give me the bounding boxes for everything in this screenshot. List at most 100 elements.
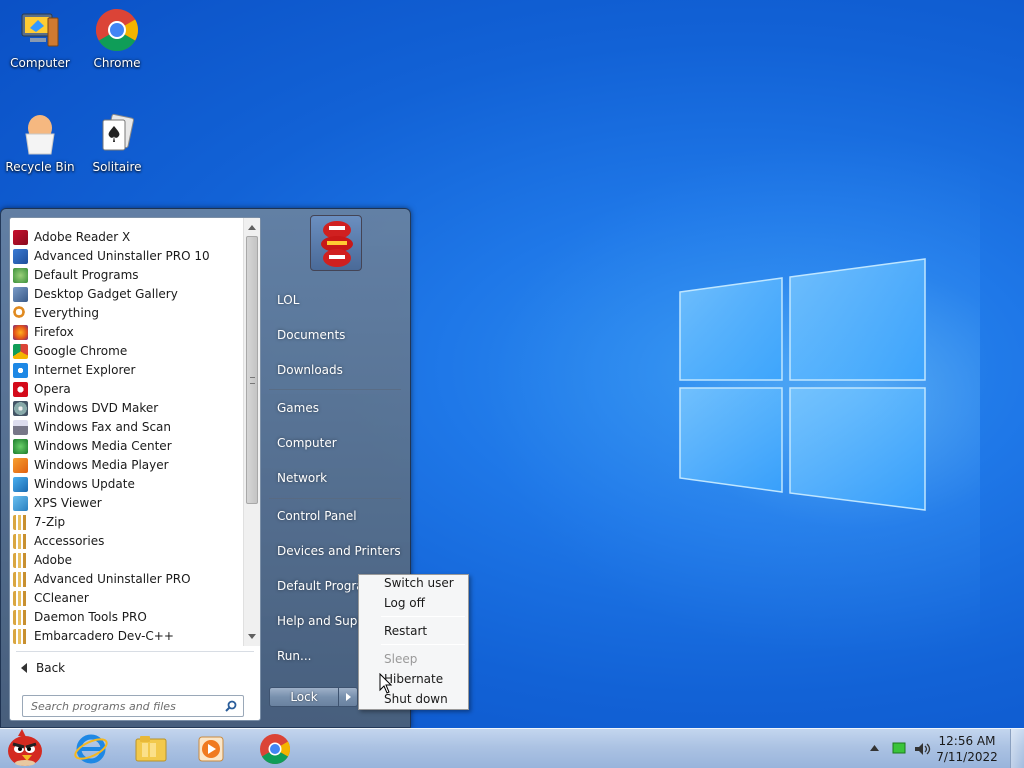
program-list-item[interactable]: Internet Explorer — [10, 361, 244, 380]
power-options-arrow-button[interactable] — [338, 687, 358, 707]
program-label: Windows Update — [34, 477, 135, 491]
program-list-item[interactable]: 7-Zip — [10, 513, 244, 532]
program-label: 7-Zip — [34, 515, 66, 529]
start-right-item-lol[interactable]: LOL — [269, 285, 404, 315]
program-list-item[interactable]: Accessories — [10, 532, 244, 551]
lock-button[interactable]: Lock — [269, 687, 339, 707]
start-right-item-control-panel[interactable]: Control Panel — [269, 501, 404, 531]
network-status-icon[interactable] — [892, 742, 906, 755]
uninstaller-icon — [13, 249, 28, 264]
windows-logo-wallpaper — [679, 258, 926, 511]
desktop-icon-recycle-bin[interactable]: Recycle Bin — [2, 112, 78, 174]
menu-separator — [381, 616, 465, 617]
program-list-item[interactable]: Windows Media Player — [10, 456, 244, 475]
desktop-icon-solitaire[interactable]: Solitaire — [79, 112, 155, 174]
windows-update-icon — [13, 477, 28, 492]
chrome-icon — [260, 734, 291, 765]
user-account-picture[interactable] — [310, 215, 362, 271]
program-list-item[interactable]: Windows Fax and Scan — [10, 418, 244, 437]
program-list-item[interactable]: Windows DVD Maker — [10, 399, 244, 418]
taskbar-file-explorer[interactable] — [126, 731, 176, 767]
clock-time: 12:56 AM — [938, 734, 996, 748]
show-hidden-icons-chevron-icon[interactable] — [870, 745, 879, 751]
start-right-item-help-and-support[interactable]: Help and Support — [269, 606, 359, 636]
program-label: Windows Fax and Scan — [34, 420, 172, 434]
scroll-thumb[interactable] — [246, 236, 258, 504]
menu-item-switch-user[interactable]: Switch user — [363, 573, 466, 593]
program-label: Opera — [34, 382, 71, 396]
media-center-icon — [13, 439, 28, 454]
menu-item-log-off[interactable]: Log off — [363, 593, 466, 613]
computer-icon — [18, 8, 62, 52]
program-list-item[interactable]: Advanced Uninstaller PRO — [10, 570, 244, 589]
mouse-cursor-icon — [379, 673, 393, 694]
start-right-item-devices-and-printers[interactable]: Devices and Printers — [269, 536, 404, 566]
program-list-item[interactable]: Daemon Tools PRO — [10, 608, 244, 627]
program-list-item[interactable]: Advanced Uninstaller PRO 10 — [10, 247, 244, 266]
program-list-item[interactable]: XPS Viewer — [10, 494, 244, 513]
scroll-down-arrow-icon[interactable] — [248, 634, 256, 639]
desktop-icon-label: Computer — [10, 56, 70, 70]
program-list-item[interactable]: Opera — [10, 380, 244, 399]
menu-item-sleep: Sleep — [384, 652, 418, 666]
taskbar-chrome[interactable] — [250, 731, 300, 767]
show-desktop-button[interactable] — [1010, 729, 1024, 768]
scroll-up-arrow-icon[interactable] — [248, 225, 256, 230]
magnifier-icon — [13, 306, 28, 321]
all-programs-list: Adobe Reader X Advanced Uninstaller PRO 1… — [10, 218, 244, 646]
folder-libraries-icon — [135, 736, 167, 762]
start-right-item-run[interactable]: Run... — [269, 641, 359, 671]
desktop-icon-computer[interactable]: Computer — [2, 8, 78, 70]
start-right-item-documents[interactable]: Documents — [269, 320, 404, 350]
program-list-item[interactable]: Default Programs — [10, 266, 244, 285]
search-icon[interactable] — [225, 700, 237, 712]
system-clock[interactable]: 12:56 AM 7/11/2022 — [932, 733, 1002, 765]
program-label: Default Programs — [34, 268, 139, 282]
divider — [269, 498, 401, 499]
program-label: Google Chrome — [34, 344, 128, 358]
program-list-item[interactable]: Google Chrome — [10, 342, 244, 361]
menu-item-restart[interactable]: Restart — [363, 621, 466, 641]
recycle-bin-icon — [18, 112, 62, 156]
folder-icon — [13, 515, 28, 530]
program-list-item[interactable]: Windows Media Center — [10, 437, 244, 456]
desktop-icon-chrome[interactable]: Chrome — [79, 8, 155, 70]
program-label: Advanced Uninstaller PRO 10 — [34, 249, 210, 263]
search-input[interactable] — [23, 696, 219, 716]
ie-icon — [13, 363, 28, 378]
start-right-item-games[interactable]: Games — [269, 393, 404, 423]
program-label: Daemon Tools PRO — [34, 610, 147, 624]
program-label: Advanced Uninstaller PRO — [34, 572, 191, 586]
program-list-scrollbar[interactable] — [243, 218, 260, 646]
taskbar-media-player[interactable] — [186, 731, 236, 767]
gadget-icon — [13, 287, 28, 302]
start-right-item-computer[interactable]: Computer — [269, 428, 404, 458]
program-list-item[interactable]: Windows Update — [10, 475, 244, 494]
program-list-item[interactable]: CCleaner — [10, 589, 244, 608]
start-right-item-downloads[interactable]: Downloads — [269, 355, 404, 385]
search-box[interactable] — [22, 695, 244, 717]
program-list-item[interactable]: Adobe Reader X — [10, 228, 244, 247]
back-arrow-icon — [21, 663, 27, 673]
program-list-item[interactable]: Everything — [10, 304, 244, 323]
start-right-item-default-programs[interactable]: Default Programs — [269, 571, 359, 601]
program-label: Firefox — [34, 325, 74, 339]
start-button[interactable] — [2, 725, 48, 768]
program-label: Adobe Reader X — [34, 230, 131, 244]
fax-icon — [13, 420, 28, 435]
program-label: Everything — [34, 306, 99, 320]
volume-icon[interactable] — [914, 742, 932, 756]
back-button[interactable]: Back — [18, 658, 65, 678]
start-right-item-network[interactable]: Network — [269, 463, 404, 493]
xps-icon — [13, 496, 28, 511]
taskbar-internet-explorer[interactable] — [66, 731, 116, 767]
program-label: Internet Explorer — [34, 363, 136, 377]
program-list-item[interactable]: Desktop Gadget Gallery — [10, 285, 244, 304]
program-list-item[interactable]: Embarcadero Dev-C++ — [10, 627, 244, 646]
default-programs-icon — [13, 268, 28, 283]
divider — [16, 651, 254, 652]
program-label: Embarcadero Dev-C++ — [34, 629, 174, 643]
program-list-item[interactable]: Adobe — [10, 551, 244, 570]
program-list-item[interactable]: Firefox — [10, 323, 244, 342]
program-label: XPS Viewer — [34, 496, 102, 510]
